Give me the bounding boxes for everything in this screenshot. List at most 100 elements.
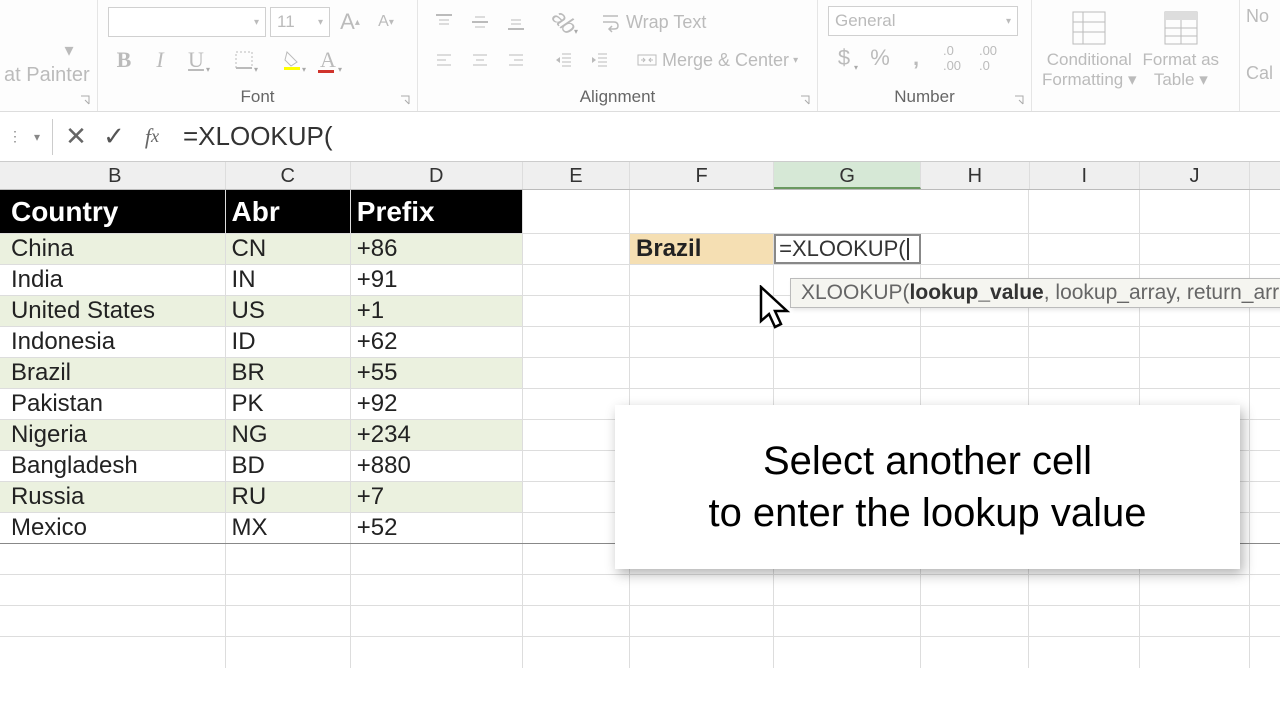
- increase-indent-icon[interactable]: [584, 44, 616, 76]
- font-color-button[interactable]: A▾: [312, 44, 344, 76]
- accounting-format-button[interactable]: $▾: [828, 42, 860, 74]
- cell-country[interactable]: Russia: [5, 482, 226, 512]
- col-header-F[interactable]: F: [630, 162, 774, 189]
- bold-button[interactable]: B: [108, 44, 140, 76]
- align-left-icon[interactable]: [428, 44, 460, 76]
- lookup-value-cell[interactable]: Brazil: [630, 234, 774, 264]
- cell-country[interactable]: Brazil: [5, 358, 226, 388]
- decrease-indent-icon[interactable]: [548, 44, 580, 76]
- percent-format-button[interactable]: %: [864, 42, 896, 74]
- active-formula-cell[interactable]: =XLOOKUP(: [774, 234, 921, 264]
- cell-prefix[interactable]: +1: [351, 296, 523, 326]
- enter-formula-button[interactable]: ✓: [99, 122, 129, 152]
- cell-prefix[interactable]: +7: [351, 482, 523, 512]
- comma-format-button[interactable]: ,: [900, 42, 932, 74]
- cell-country[interactable]: Bangladesh: [5, 451, 226, 481]
- cell-abr[interactable]: BR: [226, 358, 351, 388]
- formula-bar-input[interactable]: =XLOOKUP(: [175, 119, 1272, 154]
- underline-button[interactable]: U▾: [180, 44, 212, 76]
- align-top-icon[interactable]: [428, 6, 460, 38]
- cell-abr[interactable]: PK: [226, 389, 351, 419]
- cell-country[interactable]: China: [5, 234, 226, 264]
- borders-button[interactable]: ▾: [228, 44, 260, 76]
- italic-button[interactable]: I: [144, 44, 176, 76]
- format-painter-label: at Painter: [4, 64, 87, 87]
- cell-abr[interactable]: CN: [226, 234, 351, 264]
- header-prefix[interactable]: Prefix: [351, 190, 523, 233]
- cell-prefix[interactable]: +234: [351, 420, 523, 450]
- name-box-expand-icon[interactable]: ⋮: [8, 128, 26, 145]
- ribbon-group-label: Number: [818, 87, 1031, 107]
- ribbon-group-alignment: ab▾ Wrap Text Merge & Center ▾ Alignment: [418, 0, 818, 111]
- cell-prefix[interactable]: +880: [351, 451, 523, 481]
- cell-prefix[interactable]: +92: [351, 389, 523, 419]
- tooltip-fn-name: XLOOKUP(: [801, 281, 910, 304]
- dialog-launcher-icon[interactable]: [1013, 93, 1025, 105]
- tooltip-active-param: lookup_value: [910, 281, 1044, 304]
- cell-abr[interactable]: BD: [226, 451, 351, 481]
- col-header-H[interactable]: H: [921, 162, 1029, 189]
- cell-abr[interactable]: ID: [226, 327, 351, 357]
- align-right-icon[interactable]: [500, 44, 532, 76]
- cancel-formula-button[interactable]: ✕: [61, 122, 91, 152]
- font-size-combo[interactable]: 11▾: [270, 7, 330, 37]
- cell-prefix[interactable]: +91: [351, 265, 523, 295]
- dialog-launcher-icon[interactable]: [799, 93, 811, 105]
- cell-country[interactable]: Nigeria: [5, 420, 226, 450]
- ribbon-group-clipboard: at Painter ▾: [0, 0, 98, 111]
- merge-center-button[interactable]: Merge & Center ▾: [636, 44, 798, 76]
- increase-font-icon[interactable]: A▴: [334, 6, 366, 38]
- align-middle-icon[interactable]: [464, 6, 496, 38]
- decrease-decimal-button[interactable]: .00.0: [972, 42, 1004, 74]
- col-header-C[interactable]: C: [226, 162, 351, 189]
- format-as-table-button[interactable]: Format as Table ▾: [1143, 4, 1220, 111]
- name-box-dropdown-icon[interactable]: ▾: [34, 130, 44, 144]
- cell-abr[interactable]: US: [226, 296, 351, 326]
- increase-decimal-button[interactable]: .0.00: [936, 42, 968, 74]
- dialog-launcher-icon[interactable]: [79, 93, 91, 105]
- merge-center-label: Merge & Center: [662, 50, 789, 71]
- function-tooltip: XLOOKUP(lookup_value, lookup_array, retu…: [790, 278, 1280, 308]
- cell-abr[interactable]: NG: [226, 420, 351, 450]
- cell-prefix[interactable]: +52: [351, 513, 523, 543]
- table-row: Indonesia ID +62: [0, 327, 1280, 358]
- tooltip-rest: , lookup_array, return_array, [if_not_fo: [1044, 281, 1280, 304]
- cell-prefix[interactable]: +62: [351, 327, 523, 357]
- cell-prefix[interactable]: +55: [351, 358, 523, 388]
- conditional-formatting-icon: [1067, 6, 1111, 50]
- col-header-I[interactable]: I: [1030, 162, 1140, 189]
- cell-abr[interactable]: RU: [226, 482, 351, 512]
- col-header-K[interactable]: [1250, 162, 1280, 189]
- header-country[interactable]: Country: [5, 190, 226, 233]
- clipboard-dropdown-icon[interactable]: ▾: [55, 36, 83, 64]
- cell-abr[interactable]: MX: [226, 513, 351, 543]
- wrap-text-button[interactable]: Wrap Text: [600, 6, 706, 38]
- align-center-icon[interactable]: [464, 44, 496, 76]
- header-abr[interactable]: Abr: [226, 190, 351, 233]
- decrease-font-icon[interactable]: A▾: [370, 6, 402, 38]
- cell-country[interactable]: United States: [5, 296, 226, 326]
- cell-country[interactable]: Mexico: [5, 513, 226, 543]
- orientation-button[interactable]: ab▾: [548, 6, 580, 38]
- cell-country[interactable]: Indonesia: [5, 327, 226, 357]
- align-bottom-icon[interactable]: [500, 6, 532, 38]
- dialog-launcher-icon[interactable]: [399, 93, 411, 105]
- conditional-label-1: Conditional: [1047, 50, 1132, 70]
- ribbon-group-styles: Conditional Formatting ▾ Format as Table…: [1032, 0, 1240, 111]
- number-format-combo[interactable]: General▾: [828, 6, 1018, 36]
- empty-row: [0, 606, 1280, 637]
- col-header-E[interactable]: E: [523, 162, 630, 189]
- fill-color-button[interactable]: ▾: [276, 44, 308, 76]
- col-header-G[interactable]: G: [774, 162, 921, 189]
- col-header-J[interactable]: J: [1140, 162, 1250, 189]
- ribbon-group-number: General▾ $▾ % , .0.00 .00.0 Number: [818, 0, 1032, 111]
- col-header-B[interactable]: B: [5, 162, 226, 189]
- insert-function-button[interactable]: fx: [137, 122, 167, 152]
- cell-country[interactable]: India: [5, 265, 226, 295]
- conditional-formatting-button[interactable]: Conditional Formatting ▾: [1042, 4, 1137, 111]
- cell-country[interactable]: Pakistan: [5, 389, 226, 419]
- font-name-combo[interactable]: ▾: [108, 7, 266, 37]
- cell-prefix[interactable]: +86: [351, 234, 523, 264]
- col-header-D[interactable]: D: [351, 162, 523, 189]
- cell-abr[interactable]: IN: [226, 265, 351, 295]
